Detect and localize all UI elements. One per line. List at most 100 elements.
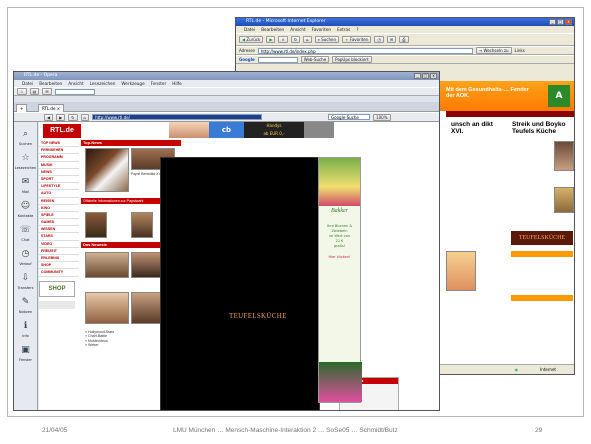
ie-photo-child[interactable] bbox=[446, 251, 476, 291]
login-box[interactable] bbox=[39, 300, 75, 309]
news-photo-6[interactable] bbox=[85, 292, 129, 324]
opera-bar-button-3[interactable]: ✉ bbox=[42, 88, 52, 95]
nav-item[interactable]: SPORT bbox=[39, 176, 79, 184]
news-photo-4[interactable] bbox=[85, 252, 129, 278]
address-input[interactable]: http://www.rtl.de/index.php bbox=[257, 47, 473, 54]
shop-logo[interactable]: SHOP bbox=[39, 280, 75, 297]
nav-item[interactable]: FREIZEIT bbox=[39, 248, 79, 255]
nav-item[interactable]: GAMES bbox=[39, 219, 79, 227]
pope-photo[interactable] bbox=[85, 148, 129, 192]
notes-icon[interactable]: ✎ bbox=[18, 294, 34, 310]
ie-headline-2[interactable]: Streik und Boyko Teufels Küche bbox=[512, 121, 574, 135]
bakker-ad[interactable]: Bakker Ihre Blumen & Zwiebeln im Wert von… bbox=[318, 157, 362, 403]
nav-item[interactable]: KINO bbox=[39, 205, 79, 212]
menu-item-help[interactable]: ? bbox=[356, 26, 358, 33]
home-button[interactable]: ⌂ bbox=[303, 36, 312, 43]
tab-new[interactable]: + bbox=[16, 104, 28, 112]
rtl-logo[interactable]: RTL.de bbox=[43, 124, 81, 138]
nav-item[interactable]: PROGRAMM bbox=[39, 154, 79, 162]
opera-browser-window[interactable]: RTL.de - Opera _ □ x Datei Bearbeiten An… bbox=[13, 71, 440, 411]
history-icon[interactable]: ◷ bbox=[18, 246, 34, 262]
menu-item-datei[interactable]: Datei bbox=[244, 26, 255, 33]
nav-item[interactable]: COMMUNITY bbox=[39, 269, 79, 277]
opera-titlebar[interactable]: RTL.de - Opera _ □ x bbox=[14, 72, 439, 80]
ie-photo-2[interactable] bbox=[554, 187, 574, 213]
go-button[interactable]: ➜ Wechseln zu bbox=[475, 47, 512, 54]
minimize-button[interactable]: _ bbox=[549, 19, 556, 25]
minimize-button[interactable]: _ bbox=[414, 73, 421, 79]
news-photo-2[interactable] bbox=[85, 212, 107, 238]
nav-item[interactable]: SPIELE bbox=[39, 212, 79, 220]
zoom-control[interactable]: 100% bbox=[373, 113, 391, 121]
bookmarks-icon[interactable]: ☆ bbox=[18, 150, 34, 166]
teufelskueche-popup[interactable]: TEUFELSKÜCHE bbox=[160, 157, 320, 410]
menu-item-extras[interactable]: Extras bbox=[337, 26, 350, 33]
transfers-icon[interactable]: ⇩ bbox=[18, 270, 34, 286]
nav-item[interactable]: AUTO bbox=[39, 190, 79, 198]
news-photo-3[interactable] bbox=[131, 212, 153, 238]
menu-item-datei[interactable]: Datei bbox=[22, 80, 33, 87]
nav-item[interactable]: VIDEO bbox=[39, 241, 79, 248]
favorites-button[interactable]: ★ Favoriten bbox=[342, 36, 372, 43]
ie-photo-face[interactable] bbox=[554, 141, 574, 171]
windows-icon[interactable]: ▣ bbox=[18, 342, 34, 358]
nav-item[interactable]: TOP NEWS bbox=[39, 140, 79, 148]
forward-button[interactable]: ▶ bbox=[266, 36, 276, 43]
opera-quick-search[interactable] bbox=[54, 88, 95, 95]
menu-item-ansicht[interactable]: Ansicht bbox=[290, 26, 305, 33]
refresh-button[interactable]: ↻ bbox=[290, 36, 301, 43]
opera-bar-button-1[interactable]: ☆ bbox=[17, 88, 27, 95]
ie-teufelskueche-logo[interactable]: TEUFELSKÜCHE bbox=[511, 231, 573, 245]
chat-icon[interactable]: ☏ bbox=[18, 222, 34, 238]
ie-headline-1[interactable]: unsch an dikt XVI. bbox=[451, 121, 496, 135]
menu-item-ansicht[interactable]: Ansicht bbox=[68, 80, 83, 87]
nav-item[interactable]: WISSEN bbox=[39, 226, 79, 234]
close-button[interactable]: x bbox=[565, 19, 572, 25]
nav-item[interactable]: NEWS bbox=[39, 169, 79, 176]
maximize-button[interactable]: □ bbox=[557, 19, 564, 25]
mail-button[interactable]: ✉ bbox=[386, 36, 397, 43]
links-label[interactable]: Links bbox=[515, 48, 525, 53]
opera-address-input[interactable]: http://www.rtl.de/ bbox=[92, 114, 263, 120]
mail-icon[interactable]: ✉ bbox=[18, 174, 34, 190]
search-button[interactable]: ⌕ Suchen bbox=[314, 36, 340, 43]
nav-item[interactable]: ERLEBNIS bbox=[39, 255, 79, 263]
search-icon[interactable]: ⌕ bbox=[18, 126, 34, 142]
home-button[interactable]: ⌂ bbox=[80, 113, 90, 121]
forward-button[interactable]: ▶ bbox=[56, 113, 66, 121]
nav-item[interactable]: MUSIK bbox=[39, 162, 79, 169]
opera-bar-button-2[interactable]: ▤ bbox=[29, 88, 40, 95]
back-button[interactable]: ◀ bbox=[44, 113, 54, 121]
maximize-button[interactable]: □ bbox=[422, 73, 429, 79]
menu-item-lesezeichen[interactable]: Lesezeichen bbox=[90, 80, 116, 87]
menu-item-bearbeiten[interactable]: Bearbeiten bbox=[261, 26, 284, 33]
google-search-button[interactable]: Web-Suche bbox=[300, 56, 330, 63]
nav-item[interactable]: LIFESTYLE bbox=[39, 183, 79, 191]
history-button[interactable]: ◷ bbox=[374, 36, 384, 43]
back-button[interactable]: ◀ Zurück bbox=[239, 36, 264, 43]
stop-button[interactable]: ✕ bbox=[278, 36, 288, 43]
info-icon[interactable]: ℹ bbox=[18, 318, 34, 334]
menu-item-hilfe[interactable]: Hilfe bbox=[172, 80, 182, 87]
banner-photo[interactable] bbox=[169, 122, 209, 138]
menu-item-werkzeuge[interactable]: Werkzeuge bbox=[121, 80, 144, 87]
tab-close-icon[interactable]: × bbox=[57, 106, 60, 111]
nav-item[interactable]: FERNSEHEN bbox=[39, 147, 79, 155]
tab-rtl[interactable]: RTL.de × bbox=[38, 104, 65, 112]
banner-ad-logo[interactable]: cb bbox=[209, 122, 244, 138]
opera-search-input[interactable]: Google-Suche bbox=[328, 114, 371, 120]
reload-button[interactable]: ↻ bbox=[68, 113, 78, 121]
nav-item[interactable]: REISEN bbox=[39, 198, 79, 205]
banner-ad-offer[interactable]: Handys ab EUR 0,- bbox=[244, 122, 304, 138]
nav-item[interactable]: STARS bbox=[39, 233, 79, 241]
google-search-input[interactable] bbox=[257, 56, 298, 63]
banner-ad-image[interactable] bbox=[304, 122, 334, 138]
menu-item-bearbeiten[interactable]: Bearbeiten bbox=[39, 80, 62, 87]
contacts-icon[interactable]: ☺ bbox=[18, 198, 34, 214]
ie-titlebar[interactable]: RTL.de - Microsoft Internet Explorer _ □… bbox=[236, 18, 574, 26]
nav-item[interactable]: SHOP bbox=[39, 262, 79, 270]
menu-item-fenster[interactable]: Fenster bbox=[151, 80, 167, 87]
menu-item-favoriten[interactable]: Favoriten bbox=[312, 26, 331, 33]
close-button[interactable]: x bbox=[430, 73, 437, 79]
print-button[interactable]: ⎙ bbox=[399, 36, 409, 43]
